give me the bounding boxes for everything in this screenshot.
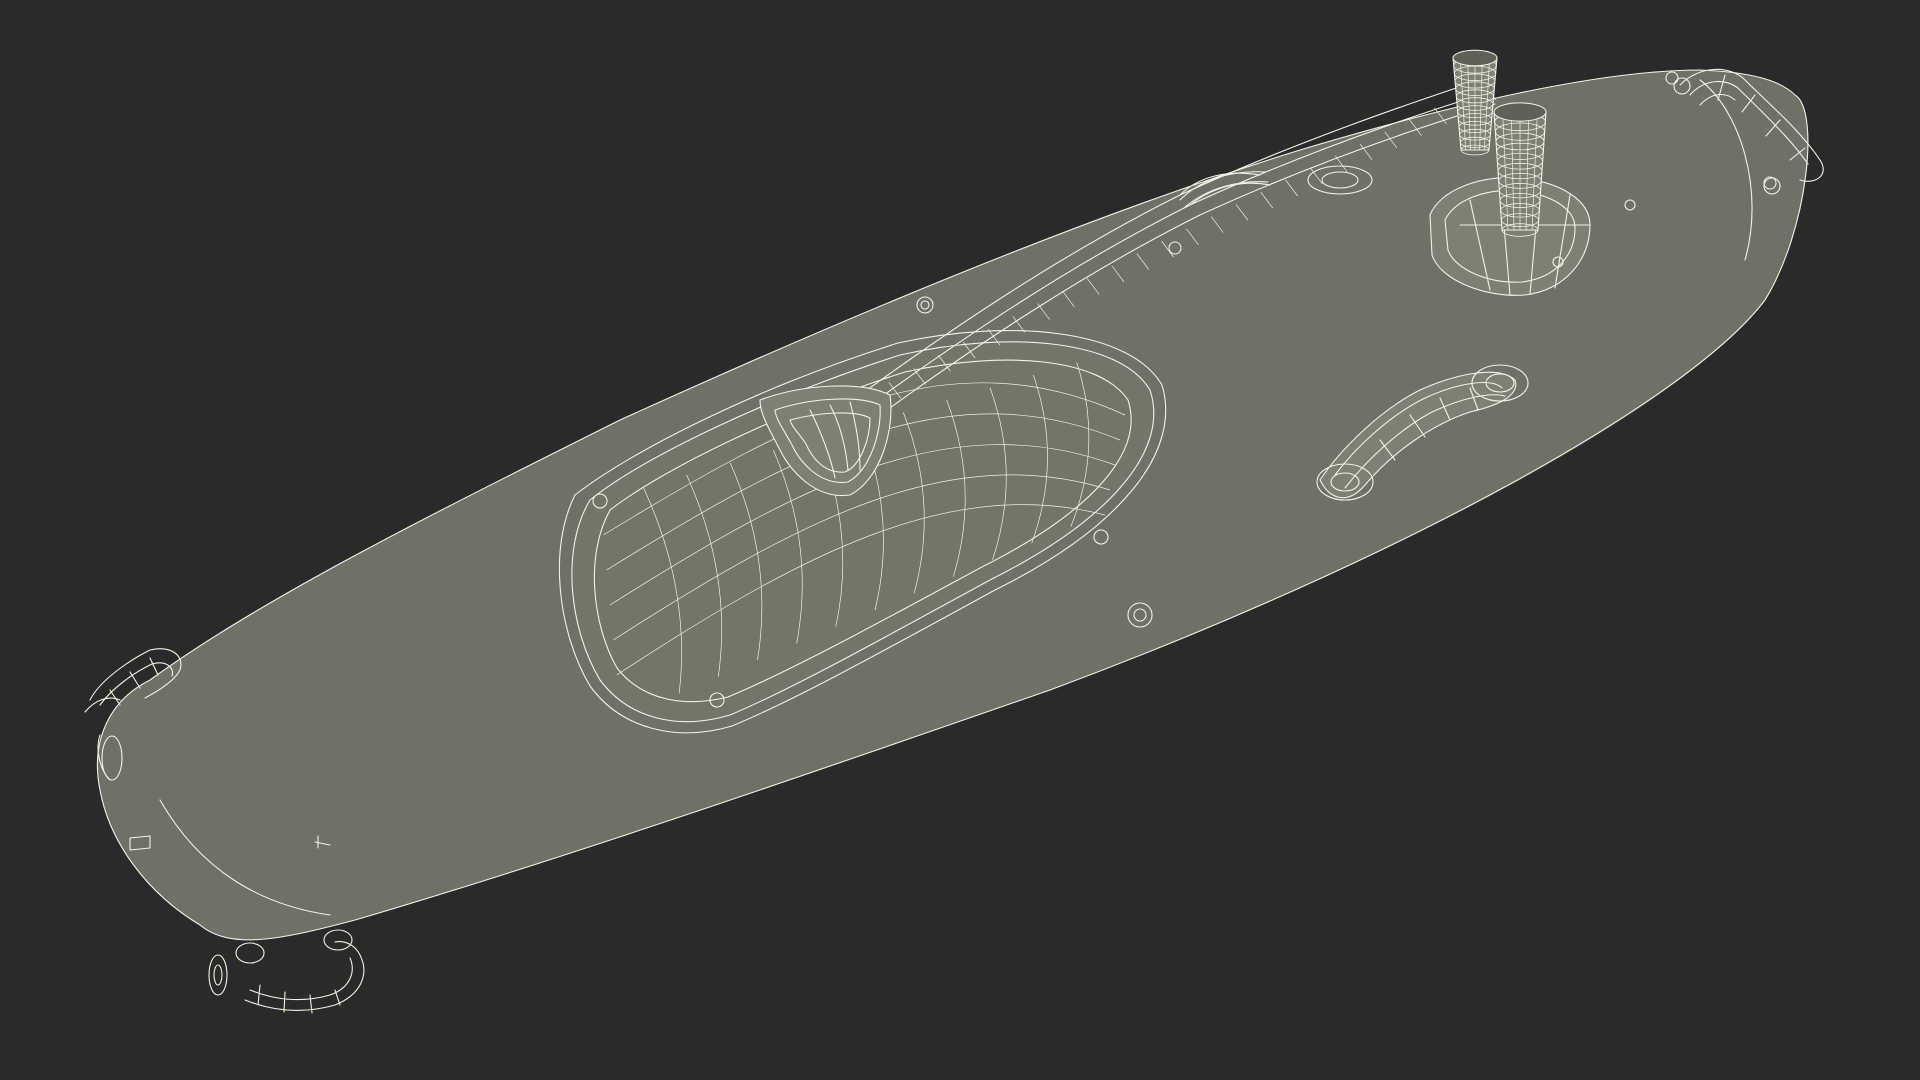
wireframe-kayak-render <box>84 49 1824 1014</box>
stern-handle-icon <box>208 929 365 1014</box>
render-viewport[interactable] <box>0 0 1920 1080</box>
